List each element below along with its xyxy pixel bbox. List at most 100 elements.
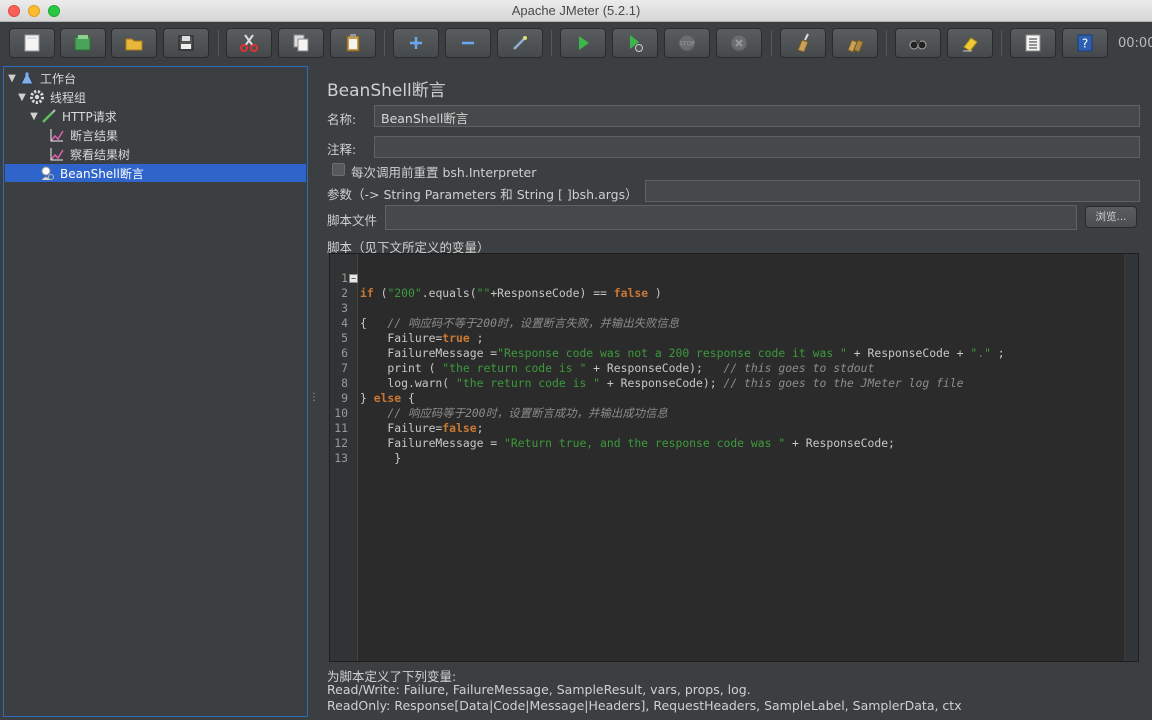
- tree-item-test-plan[interactable]: ▼ 工作台: [6, 69, 306, 87]
- fold-toggle-icon[interactable]: −: [349, 274, 358, 283]
- code-line: 2 − {: [341, 274, 367, 330]
- minus-icon: [462, 41, 474, 45]
- cut-button[interactable]: [226, 28, 272, 58]
- save-button[interactable]: [163, 28, 209, 58]
- list-icon: [1025, 34, 1041, 52]
- reset-search-button[interactable]: [947, 28, 993, 58]
- binoculars-icon: [909, 40, 927, 50]
- tree-item-label: HTTP请求: [62, 109, 117, 124]
- name-field[interactable]: BeanShell断言: [374, 105, 1140, 127]
- code-line: 9 // 响应码等于200时，设置断言成功，并输出成功信息: [341, 391, 668, 420]
- parameters-field[interactable]: [645, 180, 1140, 202]
- svg-text:STOP: STOP: [679, 41, 695, 48]
- start-button[interactable]: [560, 28, 606, 58]
- code-line: 1 if ("200".equals(""+ResponseCode) == f…: [341, 271, 662, 300]
- script-file-field[interactable]: [385, 205, 1077, 230]
- listener-icon: [48, 126, 66, 144]
- stop-button[interactable]: STOP: [664, 28, 710, 58]
- test-plan-icon: [18, 69, 36, 87]
- cut-icon: [240, 34, 258, 52]
- browse-button[interactable]: 浏览...: [1085, 206, 1137, 228]
- comment-label: 注释:: [327, 142, 357, 157]
- start-no-pauses-button[interactable]: [612, 28, 658, 58]
- code-line: 10 Failure=false;: [334, 406, 484, 435]
- clear-all-button[interactable]: [832, 28, 878, 58]
- tree-item-view-results-tree[interactable]: 察看结果树: [48, 145, 306, 163]
- variables-read-write: Read/Write: Failure, FailureMessage, Sam…: [327, 682, 751, 697]
- variables-read-only: ReadOnly: Response[Data|Code|Message|Hea…: [327, 698, 962, 713]
- code-line: 8 } else {: [341, 376, 415, 405]
- tree-item-label: BeanShell断言: [60, 166, 144, 181]
- editor-scrollbar[interactable]: [1124, 254, 1138, 661]
- window-title: Apache JMeter (5.2.1): [511, 3, 641, 18]
- toolbar-separator: [551, 30, 552, 56]
- wand-icon: [513, 36, 527, 50]
- toolbar-separator: [384, 30, 385, 56]
- expand-arrow-icon[interactable]: ▼: [16, 92, 28, 103]
- comment-field[interactable]: [374, 136, 1140, 158]
- tree-item-http-request[interactable]: ▼ HTTP请求: [28, 107, 306, 125]
- tree-item-thread-group[interactable]: ▼ 线程组: [16, 88, 306, 106]
- paste-icon: [346, 34, 360, 52]
- code-line: 11 FailureMessage = "Return true, and th…: [334, 421, 895, 450]
- gear-icon: [28, 88, 46, 106]
- broom-all-icon: [847, 39, 864, 53]
- code-line: 12 }: [334, 436, 402, 465]
- function-helper-button[interactable]: [1010, 28, 1056, 58]
- open-button[interactable]: [111, 28, 157, 58]
- code-line: 3 // 响应码不等于200时，设置断言失败，并输出失败信息: [341, 301, 680, 330]
- tree-item-assertion-results[interactable]: 断言结果: [48, 126, 306, 144]
- new-button[interactable]: [9, 28, 55, 58]
- toolbar: STOP ? 00:00: [0, 22, 1152, 64]
- listener-icon: [48, 145, 66, 163]
- toolbar-separator: [1001, 30, 1002, 56]
- tree-item-label: 断言结果: [70, 128, 119, 143]
- script-file-label: 脚本文件: [327, 213, 378, 228]
- play-no-pause-icon: [630, 35, 643, 52]
- save-icon: [178, 35, 194, 51]
- toolbar-separator: [218, 30, 219, 56]
- copy-icon: [293, 34, 309, 52]
- copy-button[interactable]: [278, 28, 324, 58]
- panel-title: BeanShell断言: [327, 81, 446, 101]
- play-icon: [579, 36, 589, 50]
- shutdown-button[interactable]: [716, 28, 762, 58]
- toggle-button[interactable]: [497, 28, 543, 58]
- assertion-icon: [38, 164, 56, 182]
- clear-button[interactable]: [780, 28, 826, 58]
- stop-icon: STOP: [678, 34, 696, 52]
- script-editor[interactable]: 1 if ("200".equals(""+ResponseCode) == f…: [329, 253, 1139, 662]
- code-line: 13: [334, 451, 348, 465]
- eraser-icon: [963, 37, 978, 52]
- reset-interpreter-checkbox[interactable]: [332, 163, 345, 176]
- help-button[interactable]: ?: [1062, 28, 1108, 58]
- sampler-icon: [40, 107, 58, 125]
- broom-icon: [797, 33, 809, 53]
- paste-button[interactable]: [330, 28, 376, 58]
- templates-button[interactable]: [60, 28, 106, 58]
- help-icon: ?: [1077, 34, 1093, 52]
- toolbar-separator: [886, 30, 887, 56]
- expand-arrow-icon[interactable]: ▼: [6, 73, 18, 84]
- code-line: 7 log.warn( "the return code is " + Resp…: [341, 361, 964, 390]
- expand-arrow-icon[interactable]: ▼: [28, 111, 40, 122]
- tree-item-beanshell-assertion[interactable]: BeanShell断言: [5, 164, 306, 182]
- tree-item-label: 察看结果树: [70, 147, 131, 162]
- shutdown-icon: [730, 34, 748, 52]
- new-icon: [24, 34, 40, 52]
- open-icon: [125, 38, 143, 51]
- search-button[interactable]: [895, 28, 941, 58]
- code-line: 4 Failure=true ;: [341, 316, 484, 345]
- splitter-handle[interactable]: ⋮: [309, 392, 319, 403]
- collapse-all-button[interactable]: [445, 28, 491, 58]
- code-line: 6 print ( "the return code is " + Respon…: [341, 346, 875, 375]
- parameters-label: 参数（-> String Parameters 和 String [ ]bsh.…: [327, 187, 638, 202]
- toolbar-separator: [771, 30, 772, 56]
- tree-item-label: 线程组: [50, 90, 87, 105]
- test-plan-tree[interactable]: ▼ 工作台 ▼ 线程组 ▼ HTTP请求 断言结果 察看结果树 BeanShel…: [3, 66, 308, 717]
- name-label: 名称:: [327, 112, 357, 127]
- expand-all-button[interactable]: [393, 28, 439, 58]
- title-bar: Apache JMeter (5.2.1): [0, 0, 1152, 22]
- elapsed-timer: 00:00: [1118, 36, 1152, 51]
- tree-item-label: 工作台: [40, 71, 77, 86]
